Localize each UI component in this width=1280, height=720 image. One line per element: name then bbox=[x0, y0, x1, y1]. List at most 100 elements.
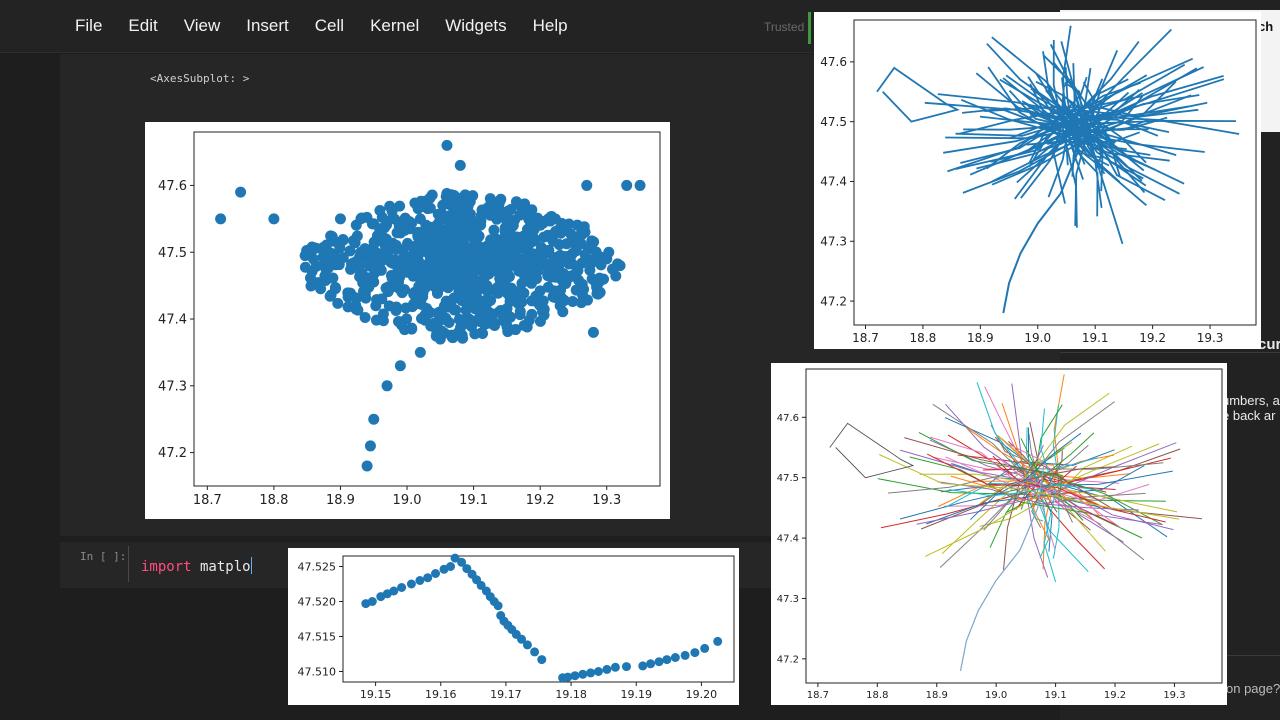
data-point bbox=[430, 267, 442, 279]
data-point bbox=[486, 263, 498, 275]
data-point bbox=[515, 200, 527, 212]
data-point bbox=[448, 266, 460, 278]
y-tick-label: 47.525 bbox=[298, 560, 337, 573]
data-point bbox=[455, 277, 467, 289]
data-point bbox=[361, 460, 373, 472]
menu-widgets[interactable]: Widgets bbox=[445, 16, 506, 36]
data-point bbox=[409, 253, 421, 265]
data-point bbox=[498, 262, 510, 274]
data-point bbox=[530, 647, 540, 657]
data-point bbox=[557, 306, 569, 318]
cell-prompt: In [ ]: bbox=[80, 550, 127, 563]
x-tick-label: 19.1 bbox=[1044, 690, 1066, 701]
y-tick-label: 47.2 bbox=[820, 294, 847, 308]
data-point bbox=[610, 662, 620, 672]
data-point bbox=[581, 179, 593, 191]
axes-frame bbox=[342, 555, 735, 683]
data-point bbox=[399, 259, 411, 271]
data-point bbox=[414, 346, 426, 358]
data-point bbox=[389, 586, 399, 596]
y-tick-label: 47.5 bbox=[158, 246, 187, 261]
y-tick-label: 47.4 bbox=[820, 175, 847, 189]
data-point bbox=[493, 601, 503, 611]
side-text-3: umbers, a bbox=[1222, 393, 1280, 408]
data-point bbox=[457, 290, 469, 302]
x-tick-label: 18.8 bbox=[866, 690, 888, 701]
data-point bbox=[700, 643, 710, 653]
side-divider-1 bbox=[1060, 352, 1280, 353]
menu-file[interactable]: File bbox=[75, 16, 102, 36]
data-point bbox=[399, 324, 411, 336]
plot-panel-main: 18.7 18.8 18.9 19.0 19.1 19.2 19.3 47.2 47.3 47.4… bbox=[145, 122, 670, 519]
data-point bbox=[680, 650, 690, 660]
menu-help[interactable]: Help bbox=[533, 16, 568, 36]
x-tick-label: 18.7 bbox=[852, 331, 879, 345]
menu-cell[interactable]: Cell bbox=[315, 16, 344, 36]
y-tick-label: 47.3 bbox=[820, 234, 847, 248]
scatter-plot-zoom: 19.15 19.16 19.17 19.18 19.19 19.20 47.510 47.5… bbox=[298, 553, 735, 701]
data-point bbox=[670, 653, 680, 662]
data-point bbox=[492, 287, 504, 299]
data-point bbox=[463, 192, 475, 204]
data-point bbox=[573, 274, 585, 286]
data-point bbox=[607, 263, 619, 275]
data-point bbox=[415, 274, 427, 286]
data-point bbox=[553, 258, 565, 270]
x-tick-label: 19.16 bbox=[425, 688, 457, 701]
data-point bbox=[544, 231, 556, 243]
data-point bbox=[621, 662, 631, 672]
data-point bbox=[538, 303, 550, 315]
x-tick-label: 19.15 bbox=[360, 688, 392, 701]
data-point bbox=[375, 264, 387, 276]
data-point bbox=[390, 239, 402, 251]
data-point bbox=[531, 273, 543, 285]
data-point bbox=[406, 579, 416, 589]
data-point bbox=[334, 213, 346, 225]
y-tick-label: 47.2 bbox=[158, 446, 187, 461]
data-point bbox=[516, 296, 528, 308]
y-tick-label: 47.4 bbox=[777, 534, 799, 545]
data-point bbox=[432, 283, 444, 295]
x-tick-label: 19.3 bbox=[1197, 331, 1224, 345]
data-point bbox=[549, 213, 561, 225]
data-point bbox=[571, 219, 583, 231]
data-point bbox=[445, 297, 457, 309]
x-tick-label: 19.20 bbox=[686, 688, 718, 701]
y-tick-label: 47.515 bbox=[298, 630, 337, 643]
data-point bbox=[634, 179, 646, 191]
menu: File Edit View Insert Cell Kernel Widget… bbox=[62, 0, 581, 52]
data-point bbox=[570, 245, 582, 257]
data-point bbox=[587, 326, 599, 338]
data-point bbox=[537, 655, 547, 665]
code-input[interactable]: import matplo bbox=[141, 557, 252, 575]
text-cursor bbox=[250, 557, 252, 574]
data-point bbox=[654, 657, 664, 667]
y-tick-label: 47.5 bbox=[820, 115, 847, 129]
data-point bbox=[499, 226, 511, 238]
route-line bbox=[900, 449, 1163, 526]
data-point bbox=[394, 360, 406, 372]
menu-edit[interactable]: Edit bbox=[128, 16, 157, 36]
data-point bbox=[426, 189, 438, 201]
data-point bbox=[593, 667, 603, 676]
data-point bbox=[662, 655, 672, 665]
data-point bbox=[713, 636, 723, 646]
data-point bbox=[555, 227, 567, 239]
data-point bbox=[646, 659, 656, 669]
data-point bbox=[381, 380, 393, 392]
data-point bbox=[602, 664, 612, 674]
data-point bbox=[595, 259, 607, 271]
data-point bbox=[522, 256, 534, 268]
menu-view[interactable]: View bbox=[184, 16, 221, 36]
x-tick-label: 19.1 bbox=[459, 493, 488, 508]
menu-insert[interactable]: Insert bbox=[246, 16, 289, 36]
menu-kernel[interactable]: Kernel bbox=[370, 16, 419, 36]
data-point bbox=[344, 245, 356, 257]
trusted-indicator[interactable]: Trusted bbox=[764, 20, 804, 34]
x-tick-label: 19.17 bbox=[490, 688, 522, 701]
data-point bbox=[352, 253, 364, 265]
y-tick-label: 47.2 bbox=[777, 654, 799, 665]
data-point bbox=[488, 224, 500, 236]
x-tick-label: 18.7 bbox=[807, 690, 829, 701]
plot-panel-zoom: 19.15 19.16 19.17 19.18 19.19 19.20 47.510 47.5… bbox=[288, 548, 739, 705]
